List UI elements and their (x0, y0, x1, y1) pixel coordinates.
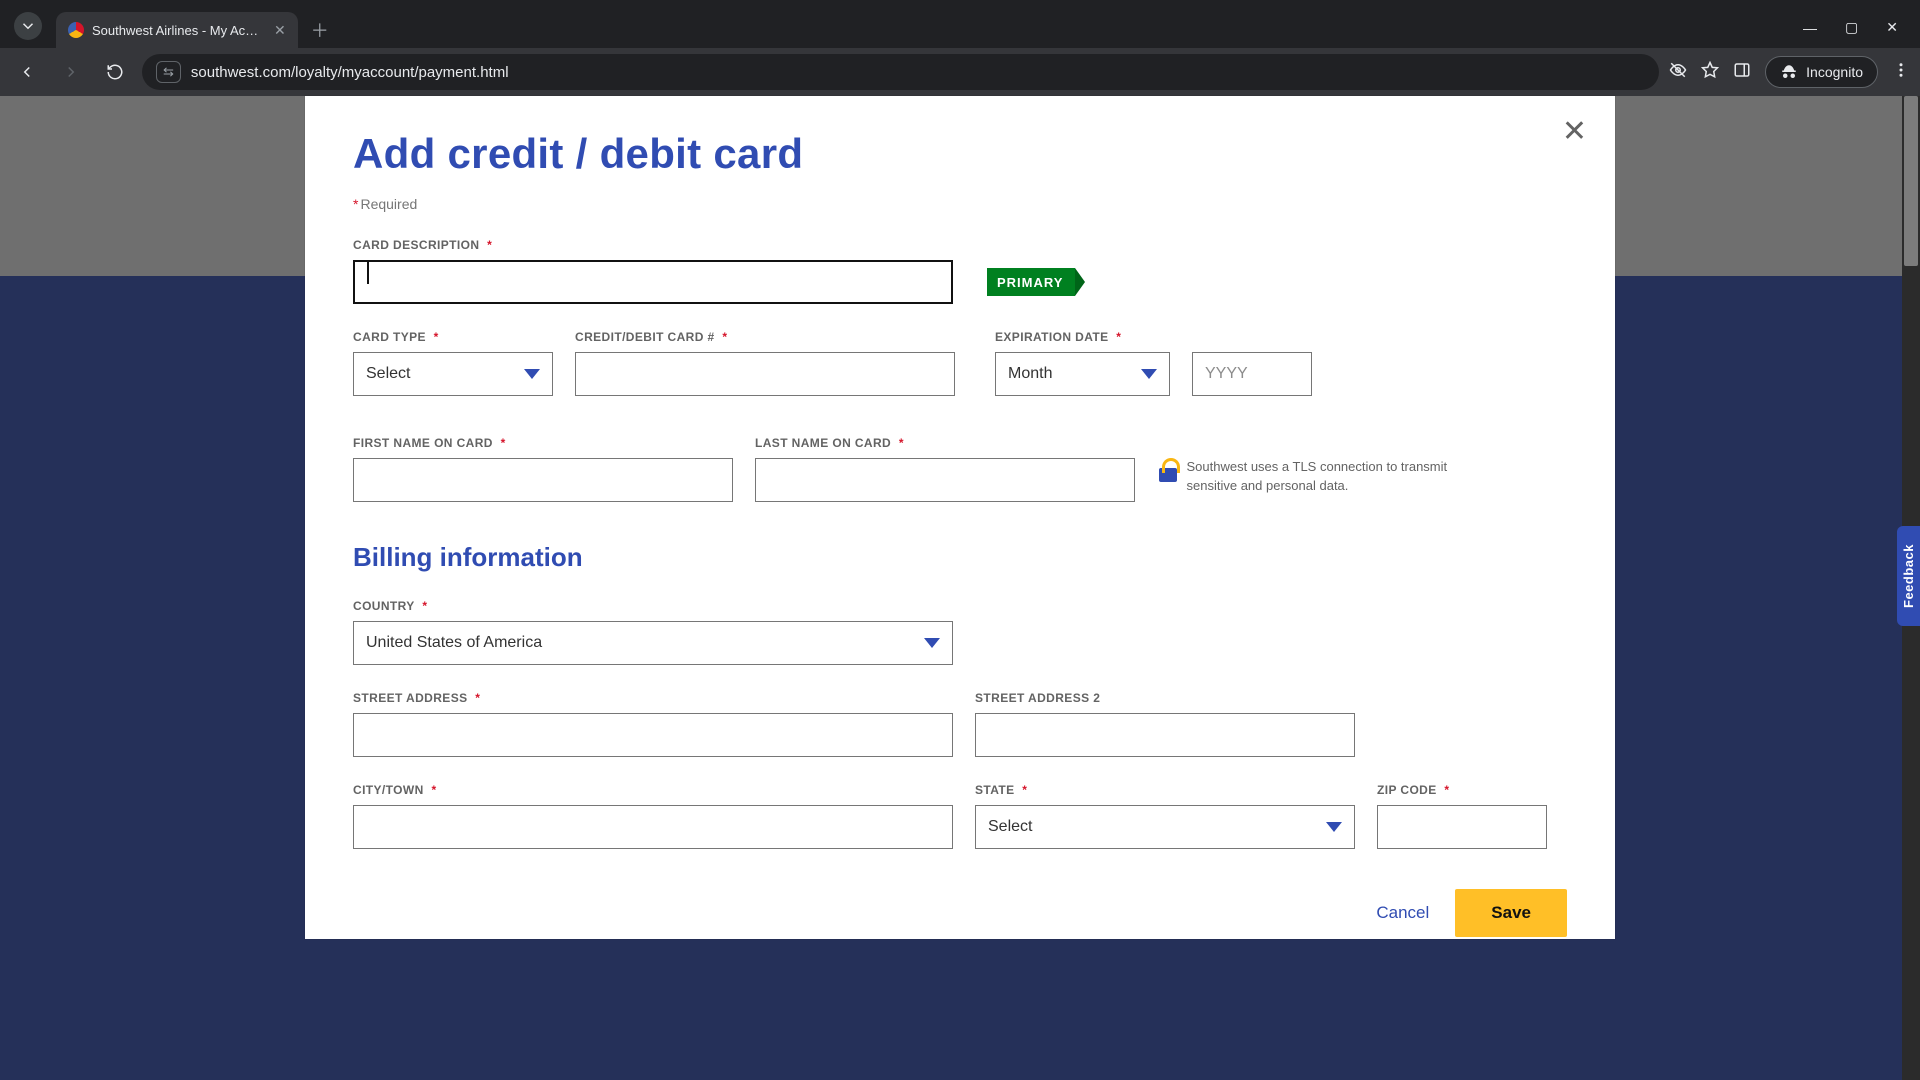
card-type-select[interactable]: Select (353, 352, 553, 396)
country-select[interactable]: United States of America (353, 621, 953, 665)
tab-favicon (68, 22, 84, 38)
primary-badge: PRIMARY (987, 268, 1075, 296)
chevron-down-icon (924, 638, 940, 648)
window-controls: ― ▢ ✕ (1803, 19, 1920, 48)
zip-input[interactable] (1377, 805, 1547, 849)
expiration-label: EXPIRATION DATE * (995, 330, 1170, 344)
tab-close-icon[interactable]: ✕ (274, 22, 286, 39)
tab-strip: Southwest Airlines - My Accou ✕ ＋ (0, 0, 1803, 48)
state-label: STATE * (975, 783, 1355, 797)
nav-forward-button[interactable] (54, 55, 88, 89)
nav-back-button[interactable] (10, 55, 44, 89)
tab-title: Southwest Airlines - My Accou (92, 23, 262, 38)
browser-toolbar: ⇆ southwest.com/loyalty/myaccount/paymen… (0, 48, 1920, 96)
expiration-month-select[interactable]: Month (995, 352, 1170, 396)
feedback-tab[interactable]: Feedback (1897, 526, 1920, 626)
card-type-label: CARD TYPE * (353, 330, 553, 344)
first-name-input[interactable] (353, 458, 733, 502)
country-label: COUNTRY * (353, 599, 953, 613)
incognito-label: Incognito (1806, 64, 1863, 80)
modal-close-button[interactable]: ✕ (1562, 114, 1587, 149)
card-description-input[interactable] (353, 260, 953, 304)
state-select[interactable]: Select (975, 805, 1355, 849)
nav-reload-button[interactable] (98, 55, 132, 89)
street1-label: STREET ADDRESS * (353, 691, 953, 705)
billing-heading: Billing information (353, 542, 1567, 573)
incognito-indicator[interactable]: Incognito (1765, 56, 1878, 88)
bookmark-icon[interactable] (1701, 61, 1719, 84)
tab-search-button[interactable] (14, 12, 42, 40)
browser-menu-icon[interactable] (1892, 61, 1910, 84)
required-note: *Required (353, 196, 1567, 212)
text-caret (367, 262, 369, 284)
window-maximize-icon[interactable]: ▢ (1845, 19, 1858, 36)
expiration-year-input[interactable] (1192, 352, 1312, 396)
address-bar[interactable]: ⇆ southwest.com/loyalty/myaccount/paymen… (142, 54, 1659, 90)
tls-note: Southwest uses a TLS connection to trans… (1157, 458, 1487, 496)
spacer-label (1192, 330, 1312, 344)
card-number-input[interactable] (575, 352, 955, 396)
scrollbar-thumb[interactable] (1904, 96, 1918, 266)
window-close-icon[interactable]: ✕ (1886, 19, 1898, 36)
browser-tab[interactable]: Southwest Airlines - My Accou ✕ (56, 12, 298, 48)
tracking-blocked-icon[interactable] (1669, 61, 1687, 84)
new-tab-button[interactable]: ＋ (306, 16, 334, 44)
chevron-down-icon (1141, 369, 1157, 379)
street2-input[interactable] (975, 713, 1355, 757)
zip-label: ZIP CODE * (1377, 783, 1547, 797)
city-input[interactable] (353, 805, 953, 849)
browser-titlebar: Southwest Airlines - My Accou ✕ ＋ ― ▢ ✕ (0, 0, 1920, 48)
modal-title: Add credit / debit card (353, 130, 1567, 178)
add-card-modal: ✕ Add credit / debit card *Required CARD… (305, 96, 1615, 939)
url-text: southwest.com/loyalty/myaccount/payment.… (191, 64, 509, 81)
city-label: CITY/TOWN * (353, 783, 953, 797)
lock-icon (1157, 458, 1173, 482)
first-name-label: FIRST NAME ON CARD * (353, 436, 733, 450)
cancel-button[interactable]: Cancel (1376, 903, 1429, 923)
last-name-label: LAST NAME ON CARD * (755, 436, 1135, 450)
save-button[interactable]: Save (1455, 889, 1567, 937)
last-name-input[interactable] (755, 458, 1135, 502)
side-panel-icon[interactable] (1733, 61, 1751, 84)
street1-input[interactable] (353, 713, 953, 757)
card-number-label: CREDIT/DEBIT CARD # * (575, 330, 955, 344)
page-viewport: Feedback ✕ Add credit / debit card *Requ… (0, 96, 1920, 1080)
card-description-label: CARD DESCRIPTION * (353, 238, 953, 252)
chevron-down-icon (1326, 822, 1342, 832)
window-minimize-icon[interactable]: ― (1803, 20, 1817, 36)
site-info-icon[interactable]: ⇆ (156, 61, 181, 83)
modal-actions: Cancel Save (1376, 889, 1567, 939)
street2-label: STREET ADDRESS 2 (975, 691, 1355, 705)
chevron-down-icon (524, 369, 540, 379)
